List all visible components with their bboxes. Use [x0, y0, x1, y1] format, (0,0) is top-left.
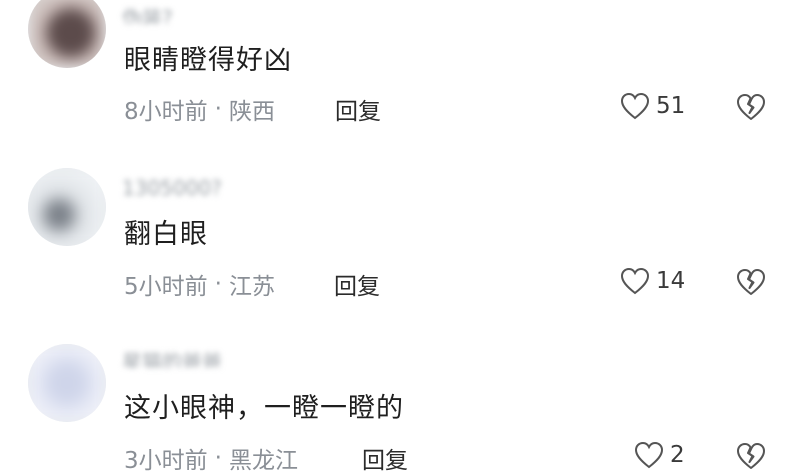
reply-button[interactable]: 回复	[362, 441, 408, 475]
like-button[interactable]: 14	[620, 267, 685, 295]
comment-text: 这小眼神，一瞪一瞪的	[124, 393, 404, 424]
broken-heart-icon[interactable]	[736, 268, 766, 296]
reply-button[interactable]: 回复	[334, 267, 380, 301]
meta-separator: ·	[214, 96, 222, 122]
comment-time: 3小时前	[124, 448, 208, 474]
reply-button[interactable]: 回复	[335, 92, 381, 126]
comment-location: 黑龙江	[228, 448, 298, 474]
like-count: 2	[670, 442, 685, 468]
comment-meta: 5小时前 · 江苏	[124, 267, 275, 301]
like-button[interactable]: 51	[620, 92, 685, 120]
broken-heart-icon[interactable]	[736, 442, 766, 470]
avatar[interactable]	[28, 0, 106, 68]
comment-time: 5小时前	[124, 274, 208, 300]
broken-heart-icon[interactable]	[736, 93, 766, 121]
heart-outline-icon	[634, 441, 664, 469]
comment-location: 江苏	[228, 274, 275, 300]
avatar[interactable]	[28, 168, 106, 246]
heart-outline-icon	[620, 92, 650, 120]
comment-username[interactable]: 伪装?	[122, 2, 173, 24]
avatar[interactable]	[28, 344, 106, 422]
comment-username[interactable]: 1305000?	[122, 176, 222, 198]
comment-text: 眼睛瞪得好凶	[124, 45, 292, 76]
like-count: 51	[656, 93, 686, 119]
comment-meta: 8小时前 · 陕西	[124, 92, 275, 126]
meta-separator: ·	[214, 271, 222, 297]
comment-location: 陕西	[228, 99, 275, 125]
comment-username[interactable]: 星猫的爸爸	[122, 346, 222, 368]
meta-separator: ·	[214, 445, 222, 471]
heart-outline-icon	[620, 267, 650, 295]
like-button[interactable]: 2	[634, 441, 685, 469]
comment-time: 8小时前	[124, 99, 208, 125]
comment-text: 翻白眼	[124, 219, 208, 250]
like-count: 14	[656, 268, 686, 294]
comment-meta: 3小时前 · 黑龙江	[124, 441, 298, 475]
